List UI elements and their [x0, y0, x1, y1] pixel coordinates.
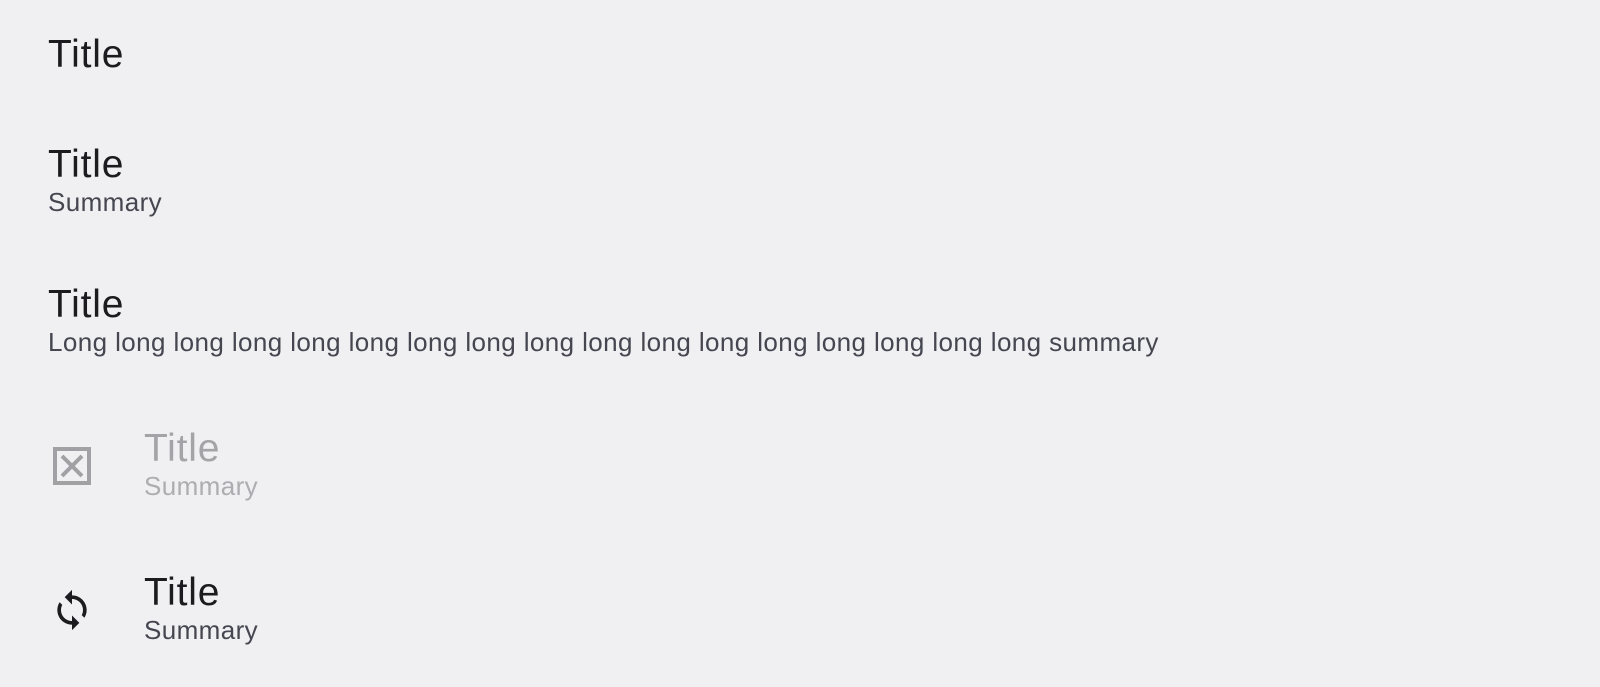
preference-summary: Summary: [48, 187, 163, 217]
preference-summary: Long long long long long long long long …: [48, 327, 1159, 357]
preference-item-sync[interactable]: Title Summary: [0, 538, 1600, 687]
preference-summary: Summary: [144, 471, 259, 501]
preference-summary: Summary: [144, 615, 259, 645]
preference-title: Title: [48, 283, 125, 326]
preference-title: Title: [48, 143, 125, 186]
preference-title: Title: [144, 427, 221, 470]
preference-title: Title: [144, 571, 221, 614]
preference-item-title-only[interactable]: Title: [0, 0, 1600, 110]
preference-item-long-summary[interactable]: Title Long long long long long long long…: [0, 250, 1600, 394]
preference-title: Title: [48, 33, 125, 76]
sync-icon: [50, 588, 94, 632]
disabled-box-x-icon: [50, 444, 94, 488]
preference-item-disabled: Title Summary: [0, 394, 1600, 538]
preference-item-title-summary[interactable]: Title Summary: [0, 110, 1600, 250]
